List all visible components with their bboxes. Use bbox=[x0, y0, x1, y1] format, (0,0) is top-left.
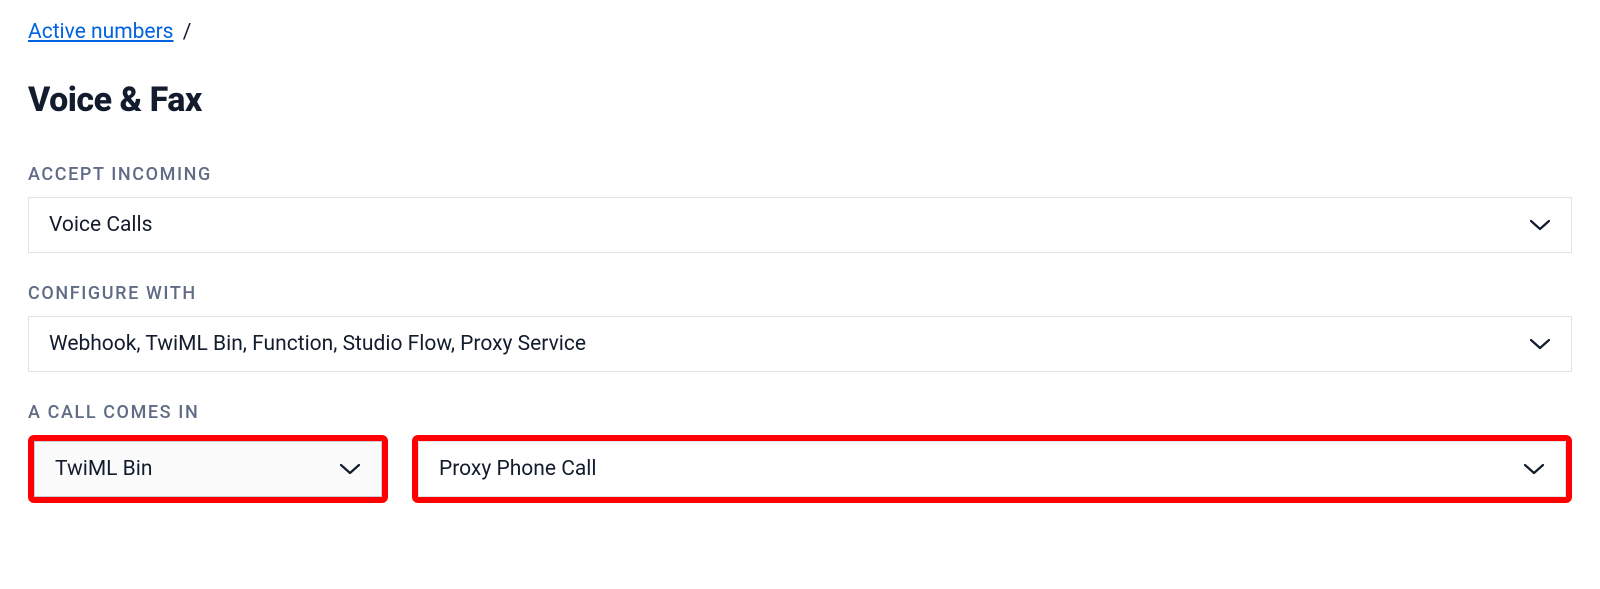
field-call-comes-in: A CALL COMES IN TwiML Bin Proxy Phone Ca… bbox=[28, 402, 1572, 503]
call-comes-in-label: A CALL COMES IN bbox=[28, 402, 1572, 423]
call-comes-in-handler-select[interactable]: TwiML Bin bbox=[34, 441, 382, 497]
breadcrumb: Active numbers / bbox=[28, 20, 1572, 44]
chevron-down-icon bbox=[339, 462, 361, 476]
configure-with-value: Webhook, TwiML Bin, Function, Studio Flo… bbox=[49, 332, 586, 356]
chevron-down-icon bbox=[1523, 462, 1545, 476]
breadcrumb-separator: / bbox=[183, 20, 192, 44]
field-configure-with: CONFIGURE WITH Webhook, TwiML Bin, Funct… bbox=[28, 283, 1572, 372]
page-title: Voice & Fax bbox=[28, 80, 1572, 120]
call-comes-in-target-value: Proxy Phone Call bbox=[439, 457, 597, 481]
highlight-target: Proxy Phone Call bbox=[412, 435, 1572, 503]
configure-with-label: CONFIGURE WITH bbox=[28, 283, 1572, 304]
chevron-down-icon bbox=[1529, 218, 1551, 232]
call-comes-in-target-select[interactable]: Proxy Phone Call bbox=[418, 441, 1566, 497]
chevron-down-icon bbox=[1529, 337, 1551, 351]
accept-incoming-select[interactable]: Voice Calls bbox=[28, 197, 1572, 253]
highlight-handler: TwiML Bin bbox=[28, 435, 388, 503]
accept-incoming-label: ACCEPT INCOMING bbox=[28, 164, 1572, 185]
call-comes-in-handler-value: TwiML Bin bbox=[55, 457, 152, 481]
configure-with-select[interactable]: Webhook, TwiML Bin, Function, Studio Flo… bbox=[28, 316, 1572, 372]
accept-incoming-value: Voice Calls bbox=[49, 213, 152, 237]
breadcrumb-link-active-numbers[interactable]: Active numbers bbox=[28, 20, 174, 44]
field-accept-incoming: ACCEPT INCOMING Voice Calls bbox=[28, 164, 1572, 253]
